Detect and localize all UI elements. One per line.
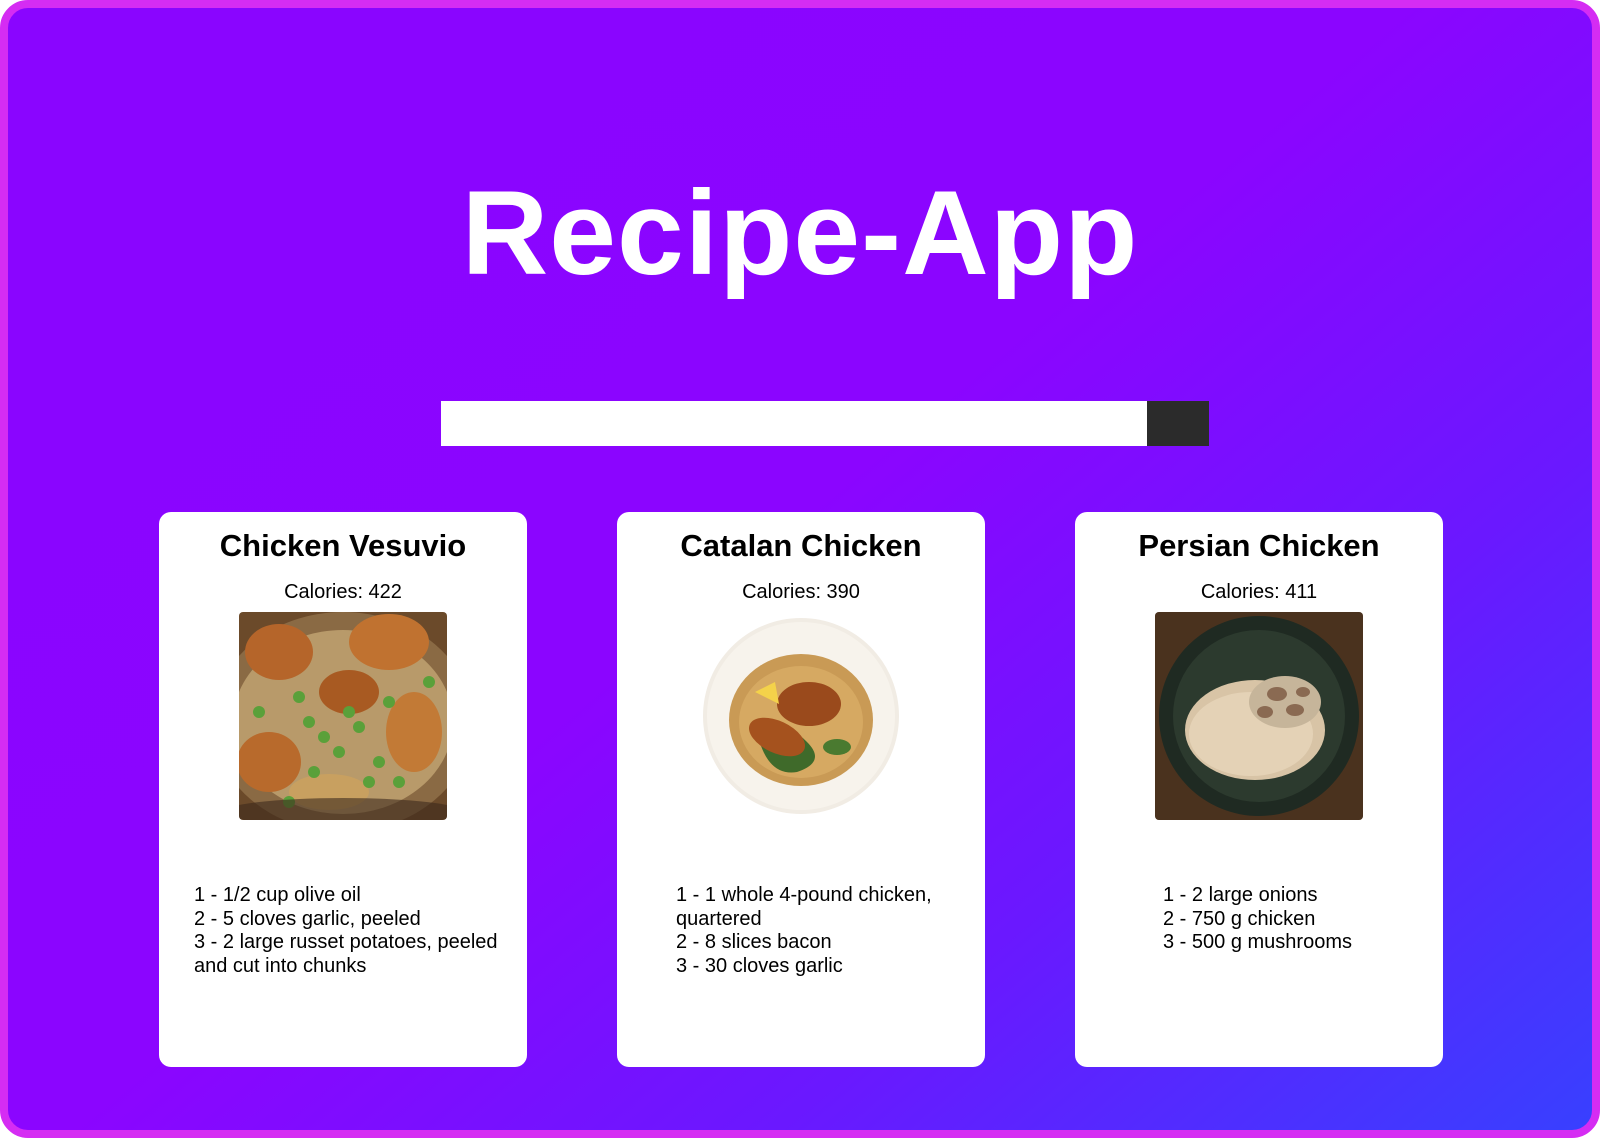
ingredient-item: 2 - 5 cloves garlic, peeled: [194, 907, 421, 930]
search-button[interactable]: [1147, 401, 1209, 446]
recipe-card: Catalan Chicken Calories: 390 1 - 1 whol…: [617, 512, 985, 1067]
recipe-title: Persian Chicken: [1138, 528, 1380, 563]
recipe-calories: Calories: 390: [742, 581, 860, 603]
ingredient-item: 1 - 1 whole 4-pound chicken, quartered: [676, 884, 932, 930]
ingredient-item: 3 - 2 large russet potatoes, peeled and …: [194, 931, 498, 977]
ingredient-item: 2 - 750 g chicken: [1163, 907, 1316, 930]
ingredient-item: 3 - 500 g mushrooms: [1163, 931, 1352, 953]
recipe-calories: Calories: 411: [1200, 581, 1318, 603]
recipe-image: [1155, 612, 1363, 820]
ingredient-item: 1 - 1/2 cup olive oil: [194, 884, 361, 906]
recipe-card: Persian Chicken Calories: 411 1 - 2 larg…: [1075, 512, 1443, 1067]
ingredient-item: 3 - 30 cloves garlic: [676, 954, 843, 977]
recipe-image: [697, 612, 905, 820]
app-title: Recipe-App: [461, 166, 1139, 300]
recipe-card: Chicken Vesuvio Calories: 422 1 - 1/2 cu…: [159, 512, 527, 1067]
ingredient-item: 1 - 2 large onions: [1163, 884, 1318, 906]
recipe-title: Chicken Vesuvio: [219, 528, 467, 563]
app-window: Recipe-App Chicken Vesuvio Calories: 422: [0, 0, 1600, 1138]
ingredient-list: 1 - 1/2 cup olive oil 2 - 5 cloves garli…: [194, 884, 504, 978]
search-input[interactable]: [441, 401, 1147, 446]
recipe-image: [239, 612, 447, 820]
ingredient-list: 1 - 1 whole 4-pound chicken, quartered 2…: [676, 884, 956, 978]
recipe-title: Catalan Chicken: [680, 528, 922, 563]
recipe-calories: Calories: 422: [284, 581, 402, 603]
ingredient-list: 1 - 2 large onions 2 - 750 g chicken 3 -…: [1163, 884, 1423, 955]
search-form: [441, 401, 1209, 446]
ingredient-item: 2 - 8 slices bacon: [676, 931, 832, 953]
